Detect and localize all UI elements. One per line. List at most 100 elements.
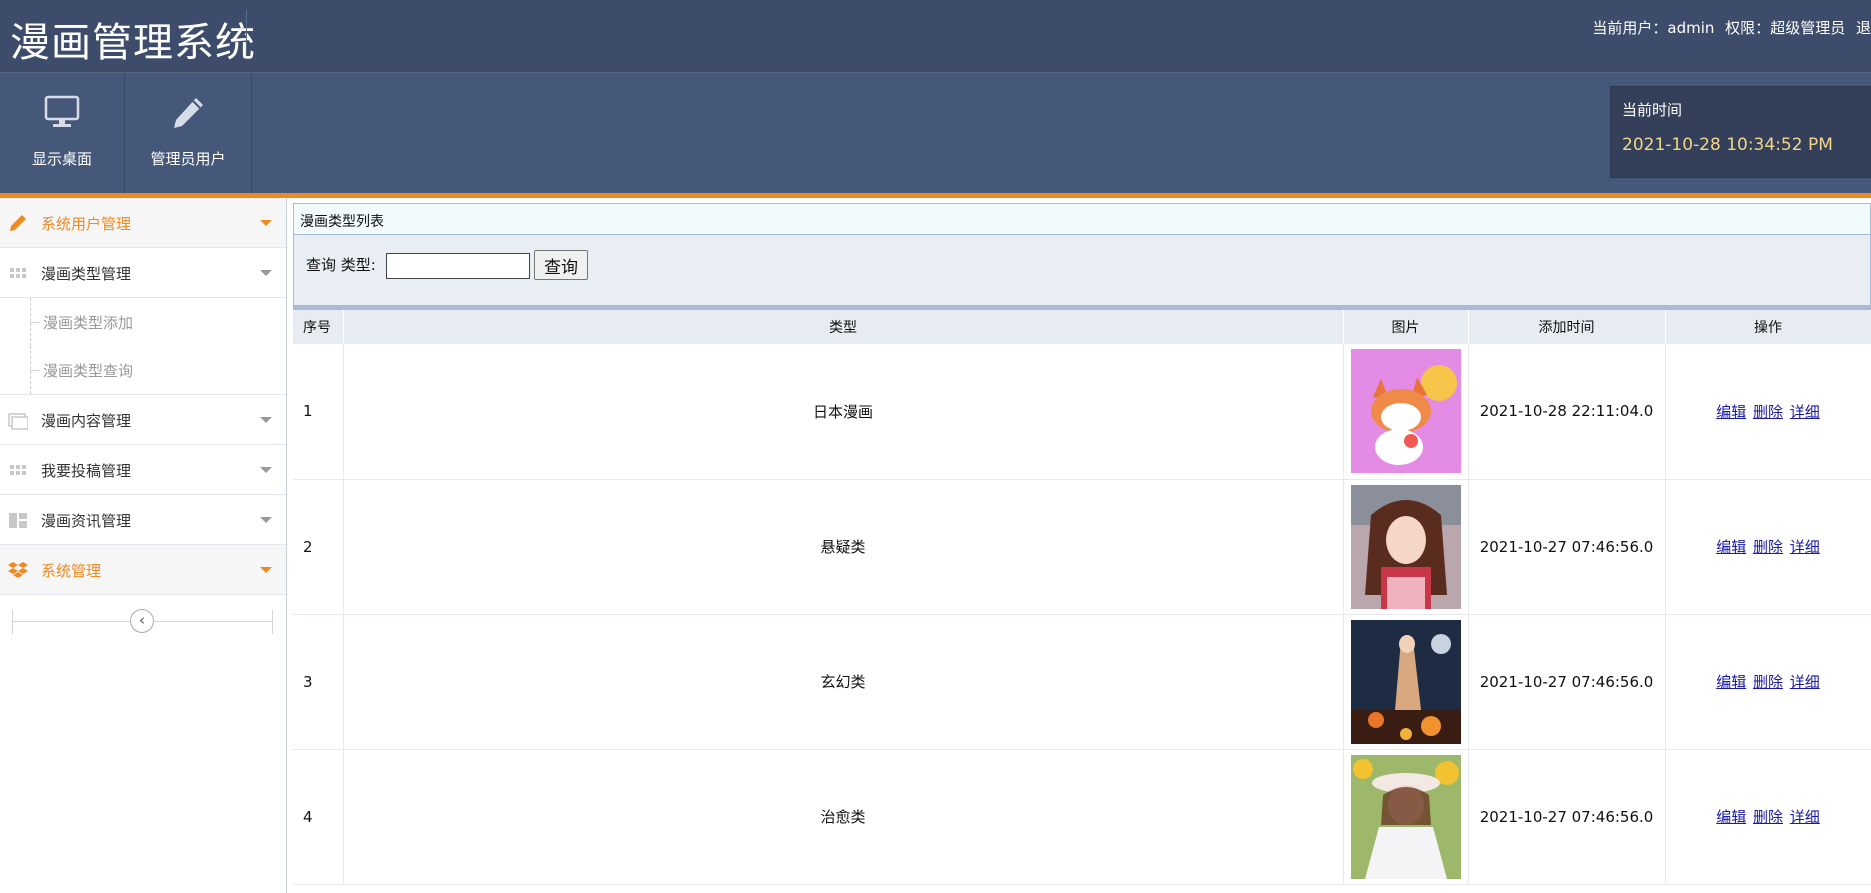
sidebar-item-submissions[interactable]: 我要投稿管理 [0,445,286,495]
chevron-down-icon [260,567,272,573]
show-desktop-button[interactable]: 显示桌面 [0,73,125,193]
cell-no: 2 [293,479,344,615]
detail-link[interactable]: 详细 [1790,403,1820,421]
cell-time: 2021-10-28 22:11:04.0 [1468,344,1666,480]
fantasy-night-image [1350,619,1461,744]
cell-image [1343,749,1469,885]
cell-image [1343,614,1469,750]
clock-panel: 当前时间 2021-10-28 10:34:52 PM [1610,86,1871,178]
table-header-row: 序号 类型 图片 添加时间 操作 [293,310,1871,344]
column-header-image: 图片 [1343,310,1469,344]
grid-icon [10,268,26,278]
anime-girl-image [1350,484,1461,609]
sidebar-item-label: 我要投稿管理 [41,462,132,480]
cell-type: 悬疑类 [343,479,1344,615]
chevron-down-icon [260,220,272,226]
sidebar-item-label: 漫画资讯管理 [41,512,132,530]
edit-link[interactable]: 编辑 [1716,808,1746,826]
clock-value: 2021-10-28 10:34:52 PM [1622,135,1833,155]
edit-link[interactable]: 编辑 [1716,403,1746,421]
detail-link[interactable]: 详细 [1790,673,1820,691]
admin-user-label: 管理员用户 [150,150,226,168]
username: admin [1667,19,1715,37]
title-divider [246,10,247,54]
cell-no: 1 [293,344,344,480]
role-value: 超级管理员 [1770,19,1846,37]
cell-actions: 编辑 删除 详细 [1665,749,1871,885]
collapse-tick-right [272,610,273,634]
user-info: 当前用户：admin 权限：超级管理员 退 [1586,17,1871,38]
app-title: 漫画管理系统 [10,20,256,66]
admin-user-button[interactable]: 管理员用户 [125,73,252,193]
chevron-down-icon [260,270,272,276]
sidebar-subitem-query-type[interactable]: 漫画类型查询 [0,346,286,395]
pencil-icon [174,98,203,128]
collapse-tick-left [12,610,13,634]
type-search-input[interactable] [386,253,530,279]
cell-image [1343,344,1469,480]
sidebar-item-comic-types[interactable]: 漫画类型管理 [0,248,286,298]
column-header-ops: 操作 [1665,310,1871,344]
cell-type: 玄幻类 [343,614,1344,750]
sidebar-item-comic-content[interactable]: 漫画内容管理 [0,395,286,445]
chevron-down-icon [260,417,272,423]
monitor-icon [44,95,80,127]
column-header-type: 类型 [343,310,1344,344]
fox-mascot-image [1350,349,1461,474]
sidebar-item-system-settings[interactable]: 系统管理 [0,545,286,595]
table-row: 2 悬疑类 2021-10-27 07:46:56.0 编辑 删除 详细 [293,479,1871,615]
sidebar-item-label: 系统用户管理 [41,215,132,233]
tree-branch [30,370,40,371]
sidebar-subitem-label: 漫画类型添加 [43,314,134,332]
cell-no: 3 [293,614,344,750]
cell-image [1343,479,1469,615]
role-label: 权限： [1725,19,1771,37]
delete-link[interactable]: 删除 [1753,538,1783,556]
cell-actions: 编辑 删除 详细 [1665,344,1871,480]
edit-link[interactable]: 编辑 [1716,673,1746,691]
detail-link[interactable]: 详细 [1790,808,1820,826]
dropbox-icon [8,562,28,578]
sunflower-girl-image [1350,754,1461,879]
delete-link[interactable]: 删除 [1753,673,1783,691]
table-row: 1 日本漫画 2021-10-28 22:11:04.0 编辑 删除 详细 [293,344,1871,480]
top-header: 漫画管理系统 当前用户：admin 权限：超级管理员 退 [0,0,1871,73]
sidebar-item-label: 漫画类型管理 [41,265,132,283]
cell-time: 2021-10-27 07:46:56.0 [1468,614,1666,750]
user-label: 当前用户： [1592,19,1668,37]
layout-icon [9,513,27,528]
panel-title: 漫画类型列表 [300,214,384,230]
column-header-time: 添加时间 [1468,310,1666,344]
table-row: 4 治愈类 2021-10-27 07:46:56.0 编辑 删除 详细 [293,749,1871,885]
sidebar-subitem-label: 漫画类型查询 [43,362,134,380]
panel-header: 漫画类型列表 [293,203,1871,235]
search-bar: 查询 类型: 查询 [293,235,1871,305]
comic-type-table: 序号 类型 图片 添加时间 操作 1 日本漫画 2021-10-28 22:11… [293,310,1871,885]
chevron-down-icon [260,517,272,523]
sidebar: 系统用户管理 漫画类型管理 漫画类型添加 漫画类型查询 漫画内容管理 我要投稿管… [0,198,287,893]
cell-actions: 编辑 删除 详细 [1665,614,1871,750]
collapse-sidebar-button[interactable]: ‹ [130,609,154,633]
cell-no: 4 [293,749,344,885]
toolbar: 显示桌面 管理员用户 [0,73,1871,193]
search-label: 查询 类型: [306,256,376,274]
delete-link[interactable]: 删除 [1753,403,1783,421]
main-content: 漫画类型列表 查询 类型: 查询 序号 类型 图片 添加时间 操作 1 日本漫画 [293,203,1871,893]
sidebar-subitem-add-type[interactable]: 漫画类型添加 [0,298,286,346]
cell-type: 治愈类 [343,749,1344,885]
sidebar-item-system-users[interactable]: 系统用户管理 [0,198,286,248]
pencil-icon [10,215,26,231]
search-button[interactable]: 查询 [534,250,588,280]
cell-actions: 编辑 删除 详细 [1665,479,1871,615]
logout-link[interactable]: 退 [1856,19,1871,37]
detail-link[interactable]: 详细 [1790,538,1820,556]
chevron-down-icon [260,467,272,473]
tree-branch [30,322,40,323]
delete-link[interactable]: 删除 [1753,808,1783,826]
cell-type: 日本漫画 [343,344,1344,480]
sidebar-item-comic-news[interactable]: 漫画资讯管理 [0,495,286,545]
cell-time: 2021-10-27 07:46:56.0 [1468,479,1666,615]
edit-link[interactable]: 编辑 [1716,538,1746,556]
show-desktop-label: 显示桌面 [31,150,92,168]
table-row: 3 玄幻类 2021-10-27 07:46:56.0 编辑 删除 详细 [293,614,1871,750]
